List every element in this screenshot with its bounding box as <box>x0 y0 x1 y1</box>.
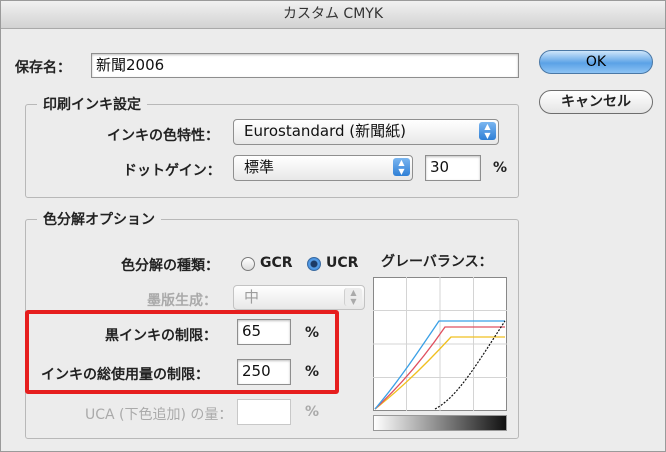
dot-gain-label: ドットゲイン： <box>123 163 221 179</box>
save-name-input[interactable]: 新聞2006 <box>91 53 519 78</box>
uca-amount-label: UCA (下色追加) の量： <box>85 407 233 423</box>
uca-amount-unit: % <box>305 404 320 420</box>
gray-balance-label: グレーバランス： <box>381 254 493 270</box>
custom-cmyk-dialog: カスタム CMYK 保存名： 新聞2006 OK キャンセル 印刷インキ設定 イ… <box>0 0 666 452</box>
ok-button[interactable]: OK <box>539 50 653 74</box>
ucr-radio[interactable] <box>307 257 321 271</box>
gcr-label: GCR <box>260 255 293 271</box>
dot-gain-value: 標準 <box>244 158 275 176</box>
save-name-label: 保存名： <box>15 60 71 76</box>
gcr-radio[interactable] <box>241 257 255 271</box>
dot-gain-unit: % <box>493 160 508 176</box>
gray-balance-graph <box>373 277 507 411</box>
window-title: カスタム CMYK <box>1 1 665 29</box>
ink-color-popup[interactable]: Eurostandard (新聞紙) ▲ ▼ <box>233 119 499 145</box>
ucr-label: UCR <box>326 255 359 271</box>
popup-arrows-icon: ▲ ▼ <box>479 122 496 140</box>
cancel-button[interactable]: キャンセル <box>539 90 653 114</box>
ink-color-label: インキの色特性： <box>107 128 219 144</box>
uca-amount-input <box>237 399 291 425</box>
dot-gain-number-input[interactable]: 30 <box>425 155 481 181</box>
gray-gradient-strip <box>373 415 507 431</box>
black-generation-popup: 中 ▲ ▼ <box>233 285 365 310</box>
popup-arrows-icon: ▲ ▼ <box>393 158 410 176</box>
black-generation-value: 中 <box>244 288 260 306</box>
ink-color-value: Eurostandard (新聞紙) <box>244 122 407 140</box>
separation-type-label: 色分解の種類： <box>121 258 219 274</box>
limit-highlight-box <box>25 310 339 394</box>
black-generation-label: 墨版生成： <box>147 293 217 309</box>
ink-settings-title: 印刷インキ設定 <box>37 94 147 114</box>
dot-gain-popup[interactable]: 標準 ▲ ▼ <box>233 155 413 181</box>
popup-arrows-icon: ▲ ▼ <box>344 288 362 306</box>
separation-options-title: 色分解オプション <box>37 209 161 229</box>
